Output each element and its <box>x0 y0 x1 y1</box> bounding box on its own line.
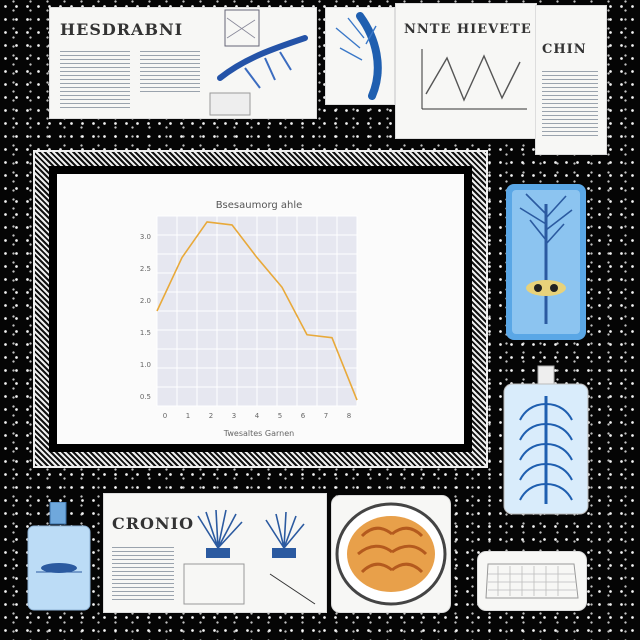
x-tick-label: 0 <box>163 412 167 420</box>
top-right-card-heading: NNTE HIEVETE <box>404 22 532 37</box>
x-tick-label: 6 <box>301 412 306 420</box>
text-block <box>542 68 598 138</box>
x-tick-label: 2 <box>209 412 213 420</box>
x-tick-label: 5 <box>278 412 282 420</box>
seafood-dish-icon <box>335 502 447 606</box>
x-tick-label: 3 <box>232 412 236 420</box>
x-tick-label: 8 <box>347 412 351 420</box>
x-tick-label: 7 <box>324 412 328 420</box>
text-block <box>140 48 200 92</box>
x-tick-label: 1 <box>186 412 190 420</box>
x-tick-label: 4 <box>255 412 260 420</box>
coral-bottle <box>502 364 590 516</box>
text-block <box>60 48 130 108</box>
food-plate-card <box>332 496 450 612</box>
top-right-chart-card: NNTE HIEVETE <box>396 4 536 138</box>
plant-icon <box>512 190 580 334</box>
text-block <box>112 544 174 600</box>
line-chart: Bsesaumorg ahle 3.0 2.5 2.0 1.5 1.0 0.5 0 1 2 3 4 5… <box>140 200 358 438</box>
anatomy-sketch-card <box>326 8 394 104</box>
y-tick-label: 0.5 <box>140 393 151 401</box>
x-axis-label: Twesaltes Garnen <box>223 429 294 438</box>
specimen-jar-icon <box>27 502 91 611</box>
plant-specimen-card <box>506 184 586 340</box>
anatomy-icon <box>335 12 382 100</box>
side-document-card: CHIN <box>536 6 606 154</box>
side-card-label: CHIN <box>542 42 587 57</box>
y-tick-label: 3.0 <box>140 233 151 241</box>
mini-line-chart <box>421 49 527 110</box>
chart-title: Bsesaumorg ahle <box>216 200 303 211</box>
top-left-document-card: HESDRABNI <box>50 8 316 118</box>
sea-anemone-icon <box>183 509 316 605</box>
mesh-box <box>478 552 586 610</box>
specimen-jar <box>26 502 92 612</box>
chart-board: Bsesaumorg ahle 3.0 2.5 2.0 1.5 1.0 0.5 0 1 2 3 4 5… <box>57 174 464 444</box>
y-tick-label: 1.5 <box>140 329 151 337</box>
coral-bottle-icon <box>503 365 589 515</box>
y-tick-label: 1.0 <box>140 361 151 369</box>
y-tick-label: 2.0 <box>140 297 151 305</box>
mesh-box-icon <box>485 563 579 599</box>
sketch-diagram <box>209 9 308 116</box>
bottom-document-card: CRONIO <box>104 494 326 612</box>
top-left-card-heading: HESDRABNI <box>60 20 184 39</box>
chart-frame: Bsesaumorg ahle 3.0 2.5 2.0 1.5 1.0 0.5 0 1 2 3 4 5… <box>33 150 488 468</box>
y-tick-label: 2.5 <box>140 265 151 273</box>
